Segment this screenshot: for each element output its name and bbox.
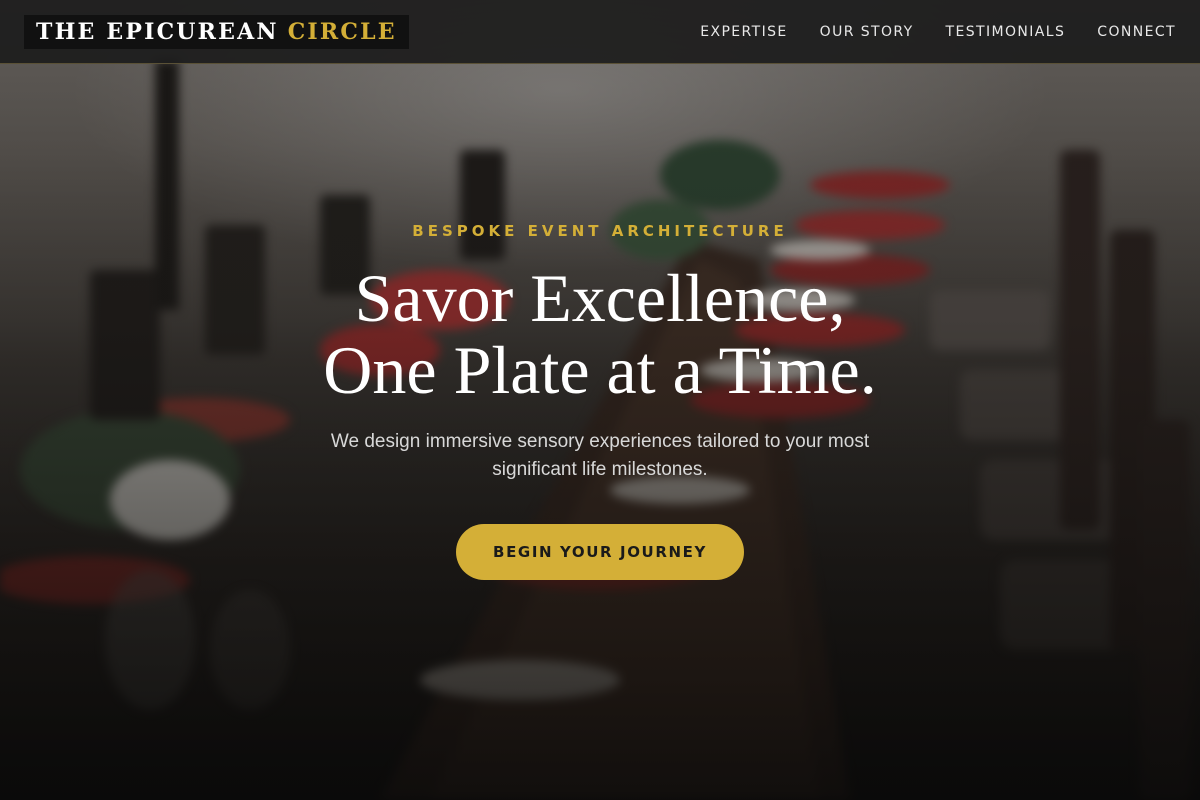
nav-link-our-story[interactable]: OUR STORY	[820, 24, 914, 40]
nav-link-connect[interactable]: CONNECT	[1097, 24, 1176, 40]
brand-name-main: THE EPICUREAN	[36, 19, 279, 45]
brand-name-accent: CIRCLE	[287, 19, 397, 45]
brand-logo[interactable]: THE EPICUREAN CIRCLE	[24, 15, 409, 49]
begin-journey-button[interactable]: BEGIN YOUR JOURNEY	[456, 524, 744, 580]
landing-page: THE EPICUREAN CIRCLE EXPERTISE OUR STORY …	[0, 0, 1200, 800]
main-navigation: EXPERTISE OUR STORY TESTIMONIALS CONNECT	[700, 0, 1176, 64]
hero-section: BESPOKE EVENT ARCHITECTURE Savor Excelle…	[0, 0, 1200, 800]
hero-eyebrow: BESPOKE EVENT ARCHITECTURE	[412, 222, 788, 240]
nav-link-expertise[interactable]: EXPERTISE	[700, 24, 787, 40]
site-header: THE EPICUREAN CIRCLE EXPERTISE OUR STORY …	[0, 0, 1200, 64]
nav-link-testimonials[interactable]: TESTIMONIALS	[946, 24, 1066, 40]
hero-headline-line-1: Savor Excellence,	[354, 260, 846, 336]
hero-headline: Savor Excellence, One Plate at a Time.	[0, 262, 1200, 406]
hero-headline-line-2: One Plate at a Time.	[323, 332, 877, 408]
hero-subtext: We design immersive sensory experiences …	[330, 431, 870, 480]
